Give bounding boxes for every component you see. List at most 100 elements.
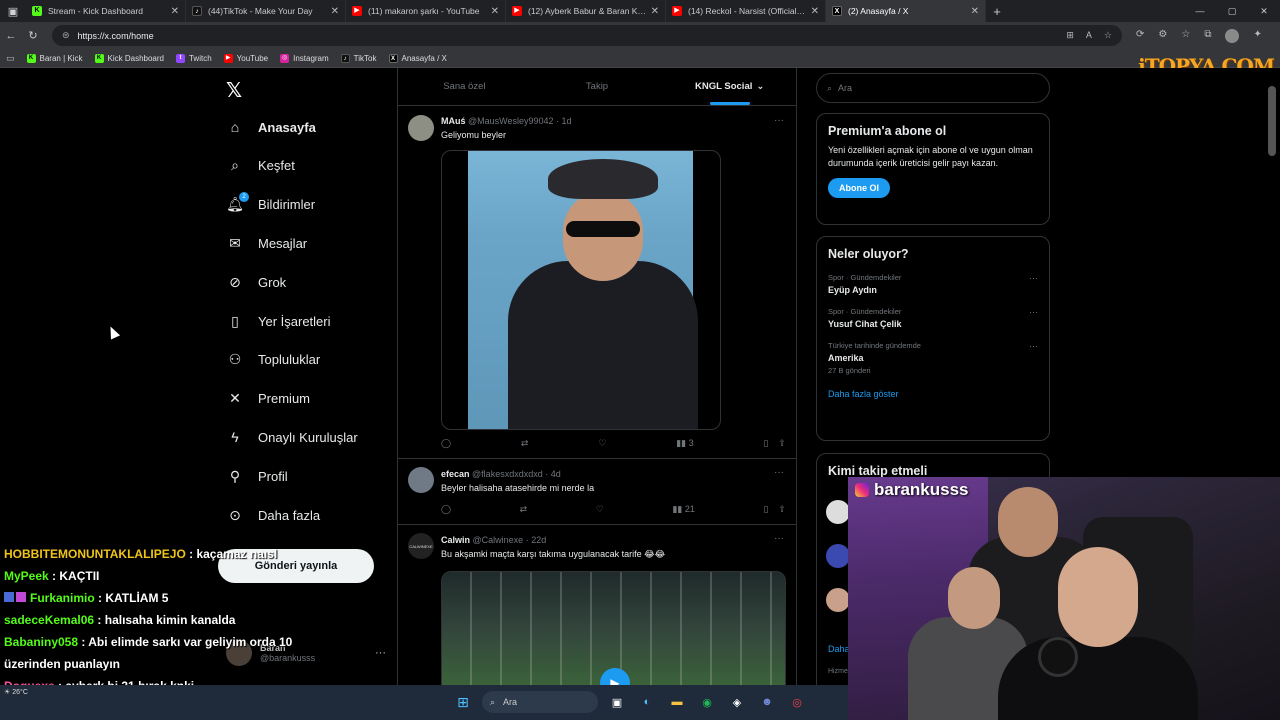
trend-item[interactable]: Spor · Gündemdekiler Yusuf Cihat Çelik ··· xyxy=(828,307,1038,329)
nav-item-6[interactable]: ▯ Yer İşaretleri xyxy=(226,312,330,330)
tweet-more-icon[interactable]: ··· xyxy=(774,115,784,126)
nav-item-11[interactable]: ⊙ Daha fazla xyxy=(226,506,320,524)
tweet-time[interactable]: 22d xyxy=(531,535,546,545)
nav-item-8[interactable]: ✕ Premium xyxy=(226,390,310,408)
extension-icon[interactable]: ⚙ xyxy=(1158,29,1167,43)
bookmark-action-icon[interactable]: ▯ xyxy=(763,504,768,514)
tweet-more-icon[interactable]: ··· xyxy=(774,467,784,478)
tweet-author-name[interactable]: Calwin xyxy=(441,535,470,545)
chevron-down-icon[interactable]: ⌄ xyxy=(756,81,764,92)
minimize-icon[interactable]: — xyxy=(1184,6,1216,17)
nav-item-3[interactable]: 🔔︎ 2 Bildirimler xyxy=(226,191,315,214)
trend-more-icon[interactable]: ··· xyxy=(1029,307,1038,317)
tweet-handle[interactable]: @MausWesley99042 xyxy=(468,116,554,126)
site-info-icon[interactable]: ⊜ xyxy=(62,30,70,41)
spotify-icon[interactable]: ◉ xyxy=(696,691,718,713)
retweet-icon[interactable]: ⇄ xyxy=(521,438,529,449)
trend-item[interactable]: Spor · Gündemdekiler Eyüp Aydın ··· xyxy=(828,273,1038,295)
bookmark-item[interactable]: K Kick Dashboard xyxy=(94,53,164,63)
close-tab-icon[interactable]: ✕ xyxy=(171,6,179,17)
task-view-icon[interactable]: ▣ xyxy=(606,691,628,713)
footer-links[interactable]: Hizme xyxy=(828,668,848,675)
who-to-follow-more-link[interactable]: Daha xyxy=(828,644,850,654)
collections-icon[interactable]: ⧉ xyxy=(1204,29,1211,43)
windows-start-icon[interactable]: ⊞ xyxy=(452,691,474,713)
tweet-2[interactable]: efecan @flakesxdxdxdxd · 4d ··· Beyler h… xyxy=(398,459,796,525)
app-icon[interactable]: ◈ xyxy=(726,691,748,713)
favorite-star-icon[interactable]: ☆ xyxy=(1104,30,1112,41)
browser-tab-6[interactable]: X (2) Anasayfa / X ✕ xyxy=(826,0,986,22)
nav-item-10[interactable]: ⚲ Profil xyxy=(226,467,288,485)
page-scrollbar[interactable] xyxy=(1268,86,1276,156)
read-aloud-icon[interactable]: A xyxy=(1086,30,1092,41)
close-tab-icon[interactable]: ✕ xyxy=(491,6,499,17)
tweet-author-name[interactable]: efecan xyxy=(441,469,470,479)
nav-item-4[interactable]: ✉ Mesajlar xyxy=(226,234,307,252)
edge-icon[interactable]: ◐ xyxy=(636,691,658,713)
bookmark-item[interactable]: ◎ Instagram xyxy=(280,53,329,63)
new-tab-button[interactable]: + xyxy=(986,4,1008,19)
timeline-tab-2[interactable]: Takip xyxy=(531,68,664,105)
timeline-tab-3[interactable]: KNGL Social ⌄ xyxy=(663,68,796,105)
file-explorer-icon[interactable]: ▬ xyxy=(666,691,688,713)
tweet-handle[interactable]: @flakesxdxdxdxd xyxy=(472,469,543,479)
trend-more-icon[interactable]: ··· xyxy=(1029,341,1038,351)
nav-item-7[interactable]: ⚇ Topluluklar xyxy=(226,351,320,369)
tweet-3[interactable]: CALWINEXE Calwin @Calwinexe · 22d ··· Bu… xyxy=(398,525,796,701)
tweet-1[interactable]: MAuś @MausWesley99042 · 1d ··· Geliyomu … xyxy=(398,107,796,459)
profile-avatar[interactable] xyxy=(1225,28,1240,43)
close-tab-icon[interactable]: ✕ xyxy=(811,6,819,17)
browser-tab-2[interactable]: ♪ (44)TikTok - Make Your Day ✕ xyxy=(186,0,346,22)
close-tab-icon[interactable]: ✕ xyxy=(971,6,979,17)
suggestion-avatar[interactable] xyxy=(826,544,850,568)
bookmark-item[interactable]: ▶ YouTube xyxy=(223,53,268,63)
views-count[interactable]: ▮▮ 21 xyxy=(672,504,694,515)
show-more-link[interactable]: Daha fazla göster xyxy=(828,389,1038,399)
x-logo-icon[interactable]: 𝕏 xyxy=(226,78,242,103)
bookmark-item[interactable]: ♪ TikTok xyxy=(340,53,377,63)
share-icon[interactable]: ⇪ xyxy=(778,504,786,514)
tweet-handle[interactable]: @Calwinexe xyxy=(473,535,524,545)
share-icon[interactable]: ⇪ xyxy=(778,438,786,448)
close-window-icon[interactable]: ✕ xyxy=(1248,6,1280,17)
tweet-video[interactable]: ▶ xyxy=(441,571,786,701)
browser-tab-5[interactable]: ▶ (14) Reckol - Narsist (Official Mus ✕ xyxy=(666,0,826,22)
trend-more-icon[interactable]: ··· xyxy=(1029,273,1038,283)
bookmark-item[interactable]: K Baran | Kick xyxy=(26,53,83,63)
retweet-icon[interactable]: ⇄ xyxy=(520,504,528,515)
tweet-avatar[interactable] xyxy=(408,467,434,493)
like-icon[interactable]: ♡ xyxy=(598,438,606,449)
back-icon[interactable]: ← xyxy=(0,30,22,42)
like-icon[interactable]: ♡ xyxy=(596,504,604,515)
nav-item-2[interactable]: ⌕ Keşfet xyxy=(226,157,295,175)
subscribe-button[interactable]: Abone Ol xyxy=(828,178,890,198)
reply-icon[interactable]: ◯ xyxy=(441,438,451,449)
bookmark-item[interactable]: t Twitch xyxy=(175,53,212,63)
copilot-icon[interactable]: ✦ xyxy=(1253,29,1261,43)
tweet-avatar[interactable] xyxy=(408,115,434,141)
tweet-time[interactable]: 4d xyxy=(551,469,561,479)
tweet-more-icon[interactable]: ··· xyxy=(774,533,784,544)
app-available-icon[interactable]: ⊞ xyxy=(1066,30,1074,41)
nav-item-9[interactable]: ϟ Onaylı Kuruluşlar xyxy=(226,428,357,446)
browser-tab-1[interactable]: K Stream - Kick Dashboard ✕ xyxy=(26,0,186,22)
browser-tab-4[interactable]: ▶ (12) Ayberk Babur & Baran Kuş - F ✕ xyxy=(506,0,666,22)
bookmark-item[interactable]: X Anasayfa / X xyxy=(388,53,447,63)
search-input[interactable]: ⌕ Ara xyxy=(816,73,1050,103)
suggestion-avatar[interactable] xyxy=(826,588,850,612)
tweet-avatar[interactable]: CALWINEXE xyxy=(408,533,434,559)
reading-list-icon[interactable]: ▭ xyxy=(6,53,15,64)
weather-widget[interactable]: ☀ 26°C xyxy=(4,688,28,696)
close-tab-icon[interactable]: ✕ xyxy=(331,6,339,17)
favorites-icon[interactable]: ☆ xyxy=(1181,29,1190,43)
tweet-video[interactable] xyxy=(441,150,721,430)
tweet-time[interactable]: 1d xyxy=(562,116,572,126)
discord-icon[interactable]: ☻ xyxy=(756,691,778,713)
refresh-extension-icon[interactable]: ⟳ xyxy=(1136,29,1144,43)
nav-item-1[interactable]: ⌂ Anasayfa xyxy=(226,118,316,136)
app-red-icon[interactable]: ◎ xyxy=(786,691,808,713)
views-count[interactable]: ▮▮ 3 xyxy=(676,438,693,449)
trend-item[interactable]: Türkiye tarihinde gündemde Amerika 27 B gö… xyxy=(828,341,1038,375)
url-bar[interactable]: ⊜ https://x.com/home ⊞ A ☆ xyxy=(52,25,1122,46)
maximize-icon[interactable]: ▢ xyxy=(1216,6,1248,17)
